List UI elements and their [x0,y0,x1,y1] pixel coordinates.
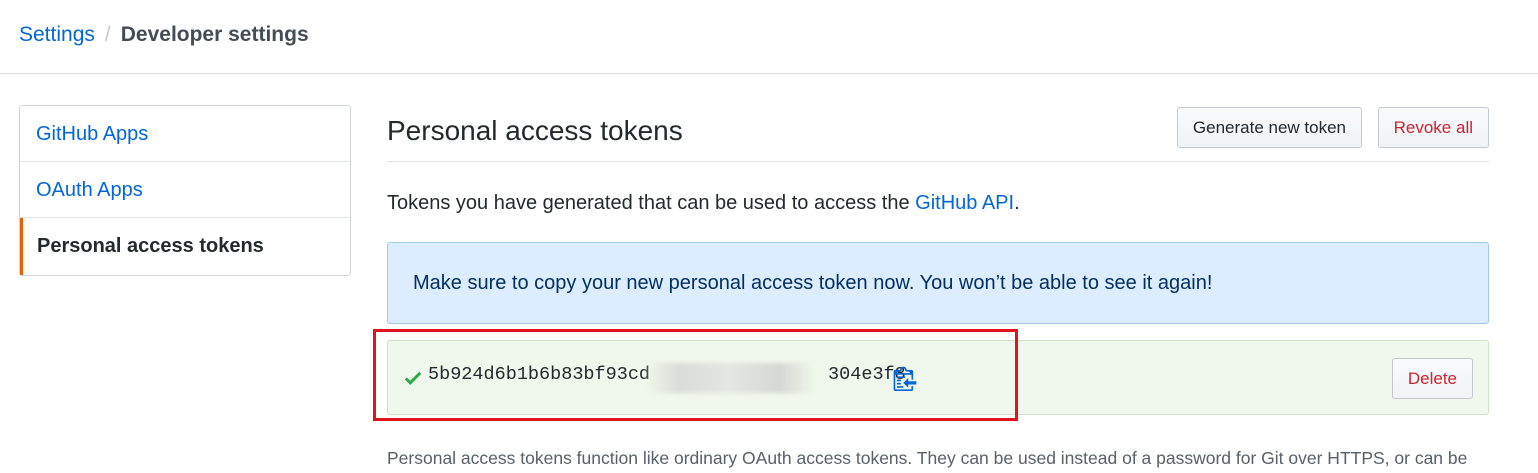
check-icon [404,371,422,385]
page-title: Personal access tokens [387,115,683,146]
flash-message: Make sure to copy your new personal acce… [413,272,1213,294]
intro-suffix: . [1014,192,1020,214]
breadcrumb-current: Developer settings [120,23,309,46]
intro-prefix: Tokens you have generated that can be us… [387,192,916,214]
breadcrumb-separator: / [104,23,111,46]
developer-settings-menu: GitHub Apps OAuth Apps Personal access t… [19,105,351,276]
flash-notice: Make sure to copy your new personal acce… [387,242,1489,324]
breadcrumb: Settings / Developer settings [19,22,309,48]
breadcrumb-settings-link[interactable]: Settings [19,23,95,46]
intro-text: Tokens you have generated that can be us… [387,192,1020,215]
menu-item-oauth-apps[interactable]: OAuth Apps [20,162,350,218]
delete-token-button[interactable]: Delete [1391,358,1473,399]
footnote-text: Personal access tokens function like ord… [387,448,1468,468]
token-visible-start: 5b924d6b1b6b83bf93cd [428,364,651,385]
subhead: Personal access tokens Generate new toke… [387,105,1489,162]
generate-new-token-button[interactable]: Generate new token [1176,107,1362,148]
token-redaction-blur [646,363,814,393]
clippy-icon[interactable] [893,365,917,391]
github-api-link[interactable]: GitHub API [915,192,1014,214]
revoke-all-button[interactable]: Revoke all [1377,107,1489,148]
main-content: Personal access tokens Generate new toke… [387,105,1489,468]
new-token-row: 5b924d6b1b6b83bf93cd 304e3f8 Delete [387,340,1489,415]
menu-item-github-apps[interactable]: GitHub Apps [20,106,350,162]
settings-header: Settings / Developer settings [0,0,1538,74]
menu-item-personal-access-tokens[interactable]: Personal access tokens [20,218,350,275]
